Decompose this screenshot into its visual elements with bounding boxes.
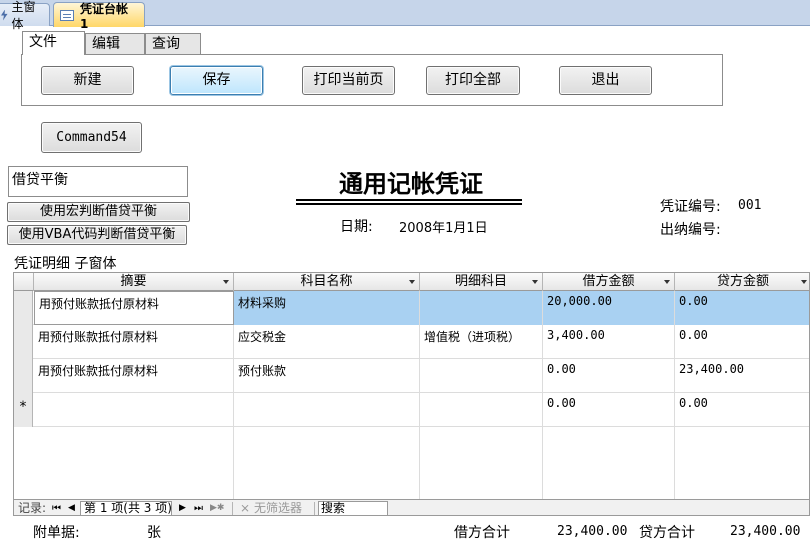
- voucher-no-label: 凭证编号:: [660, 199, 721, 215]
- empty-column: [234, 427, 420, 499]
- attachments-value[interactable]: 张: [147, 522, 161, 540]
- column-debit[interactable]: 借方金额: [543, 273, 675, 291]
- dropdown-arrow-icon[interactable]: [409, 280, 415, 284]
- cell-debit[interactable]: 20,000.00: [543, 291, 675, 325]
- cell-debit[interactable]: 3,400.00: [543, 325, 675, 359]
- table-row[interactable]: 用预付账款抵付原材料 应交税金 增值税（进项税） 3,400.00 0.00: [14, 325, 809, 359]
- record-position: 第 1 项(共 3 项): [84, 501, 172, 515]
- tab-file[interactable]: 文件: [22, 31, 85, 55]
- tab-query[interactable]: 查询: [145, 33, 201, 55]
- empty-column: [33, 427, 234, 499]
- credit-total-value: 23,400.00: [730, 524, 801, 539]
- print-all-button[interactable]: 打印全部: [426, 66, 520, 95]
- record-navigation-bar: 记录: ⏮ ◀ 第 1 项(共 3 项) ▶ ⏭ ▶✱ ⨯ 无筛选器 搜索: [14, 499, 809, 515]
- first-record-icon[interactable]: ⏮: [52, 501, 61, 515]
- new-record-row[interactable]: * 0.00 0.00: [14, 393, 809, 427]
- search-placeholder: 搜索: [321, 501, 346, 515]
- empty-column: [420, 427, 543, 499]
- row-selector[interactable]: [14, 291, 33, 325]
- prev-record-icon[interactable]: ◀: [68, 501, 75, 515]
- cell-debit[interactable]: 0.00: [543, 393, 675, 427]
- filter-icon[interactable]: ⨯: [240, 501, 250, 515]
- cell-account[interactable]: 预付账款: [234, 359, 420, 393]
- tab-control-strip: 文件 编辑 查询: [22, 31, 201, 55]
- column-account[interactable]: 科目名称: [234, 273, 420, 291]
- cell-credit[interactable]: 23,400.00: [675, 359, 809, 393]
- last-record-icon[interactable]: ⏭: [194, 501, 203, 515]
- cell-summary[interactable]: 用预付账款抵付原材料: [34, 291, 234, 325]
- title-underline-2: [296, 203, 522, 205]
- form-icon: [1, 9, 8, 21]
- new-record-marker[interactable]: *: [14, 393, 33, 427]
- dropdown-arrow-icon[interactable]: [801, 280, 807, 284]
- cell-debit[interactable]: 0.00: [543, 359, 675, 393]
- dropdown-arrow-icon[interactable]: [532, 280, 538, 284]
- cell-account[interactable]: 应交税金: [234, 325, 420, 359]
- new-record-icon[interactable]: ▶✱: [210, 501, 224, 515]
- record-label: 记录:: [18, 501, 47, 515]
- column-credit[interactable]: 贷方金额: [675, 273, 809, 291]
- exit-button[interactable]: 退出: [559, 66, 652, 95]
- cashier-no-label: 出纳编号:: [660, 222, 721, 238]
- cell-detail[interactable]: [420, 393, 543, 427]
- debit-total-label: 借方合计: [454, 525, 510, 540]
- tab-main-form[interactable]: 主窗体: [0, 0, 50, 31]
- empty-grid-area: [14, 427, 809, 499]
- date-value[interactable]: 2008年1月1日: [399, 217, 488, 236]
- document-tab-bar: 主窗体 凭证台帐1: [0, 0, 810, 31]
- tab-voucher-ledger[interactable]: 凭证台帐1: [53, 2, 145, 31]
- voucher-detail-subform: 摘要 科目名称 明细科目 借方金额 贷方金额 用预付账款抵付原材料 材料采购 2…: [13, 272, 810, 516]
- empty-column: [543, 427, 675, 499]
- row-selector[interactable]: [14, 359, 33, 393]
- column-detail[interactable]: 明细科目: [420, 273, 543, 291]
- separator: [232, 502, 233, 515]
- balance-textbox[interactable]: 借贷平衡: [8, 166, 188, 197]
- new-button[interactable]: 新建: [41, 66, 134, 95]
- print-current-button[interactable]: 打印当前页: [302, 66, 395, 95]
- subform-label: 凭证明细 子窗体: [14, 256, 117, 272]
- select-all-corner[interactable]: [14, 273, 34, 291]
- cell-detail[interactable]: [420, 291, 543, 325]
- table-row[interactable]: 用预付账款抵付原材料 材料采购 20,000.00 0.00: [14, 291, 809, 325]
- command54-button[interactable]: Command54: [41, 122, 142, 153]
- table-row[interactable]: 用预付账款抵付原材料 预付账款 0.00 23,400.00: [14, 359, 809, 393]
- no-filter-button[interactable]: 无筛选器: [254, 501, 302, 515]
- date-label: 日期:: [340, 219, 373, 235]
- credit-total-label: 贷方合计: [639, 525, 695, 540]
- page-title: 通用记帐凭证: [339, 169, 483, 198]
- debit-total-value: 23,400.00: [557, 524, 628, 539]
- cell-credit[interactable]: 0.00: [675, 291, 809, 325]
- save-button[interactable]: 保存: [170, 66, 263, 95]
- cell-credit[interactable]: 0.00: [675, 325, 809, 359]
- cell-account[interactable]: 材料采购: [234, 291, 420, 325]
- form-icon: [60, 9, 74, 21]
- dropdown-arrow-icon[interactable]: [664, 280, 670, 284]
- vba-check-button[interactable]: 使用VBA代码判断借贷平衡: [7, 225, 187, 245]
- voucher-no-value[interactable]: 001: [738, 198, 761, 213]
- column-summary[interactable]: 摘要: [34, 273, 234, 291]
- row-selector[interactable]: [14, 325, 33, 359]
- tab-panel-file: 新建 保存 打印当前页 打印全部 退出: [21, 54, 723, 106]
- macro-check-button[interactable]: 使用宏判断借贷平衡: [7, 202, 190, 222]
- dropdown-arrow-icon[interactable]: [223, 280, 229, 284]
- next-record-icon[interactable]: ▶: [179, 501, 186, 515]
- attachments-label: 附单据:: [33, 525, 80, 540]
- grid-header: 摘要 科目名称 明细科目 借方金额 贷方金额: [14, 273, 809, 291]
- cell-summary[interactable]: [34, 393, 234, 427]
- tab-edit[interactable]: 编辑: [85, 33, 145, 55]
- separator: [314, 502, 315, 515]
- cell-detail[interactable]: 增值税（进项税）: [420, 325, 543, 359]
- cell-credit[interactable]: 0.00: [675, 393, 809, 427]
- cell-detail[interactable]: [420, 359, 543, 393]
- title-underline: [296, 199, 522, 201]
- cell-summary[interactable]: 用预付账款抵付原材料: [34, 359, 234, 393]
- cell-account[interactable]: [234, 393, 420, 427]
- cell-summary[interactable]: 用预付账款抵付原材料: [34, 325, 234, 359]
